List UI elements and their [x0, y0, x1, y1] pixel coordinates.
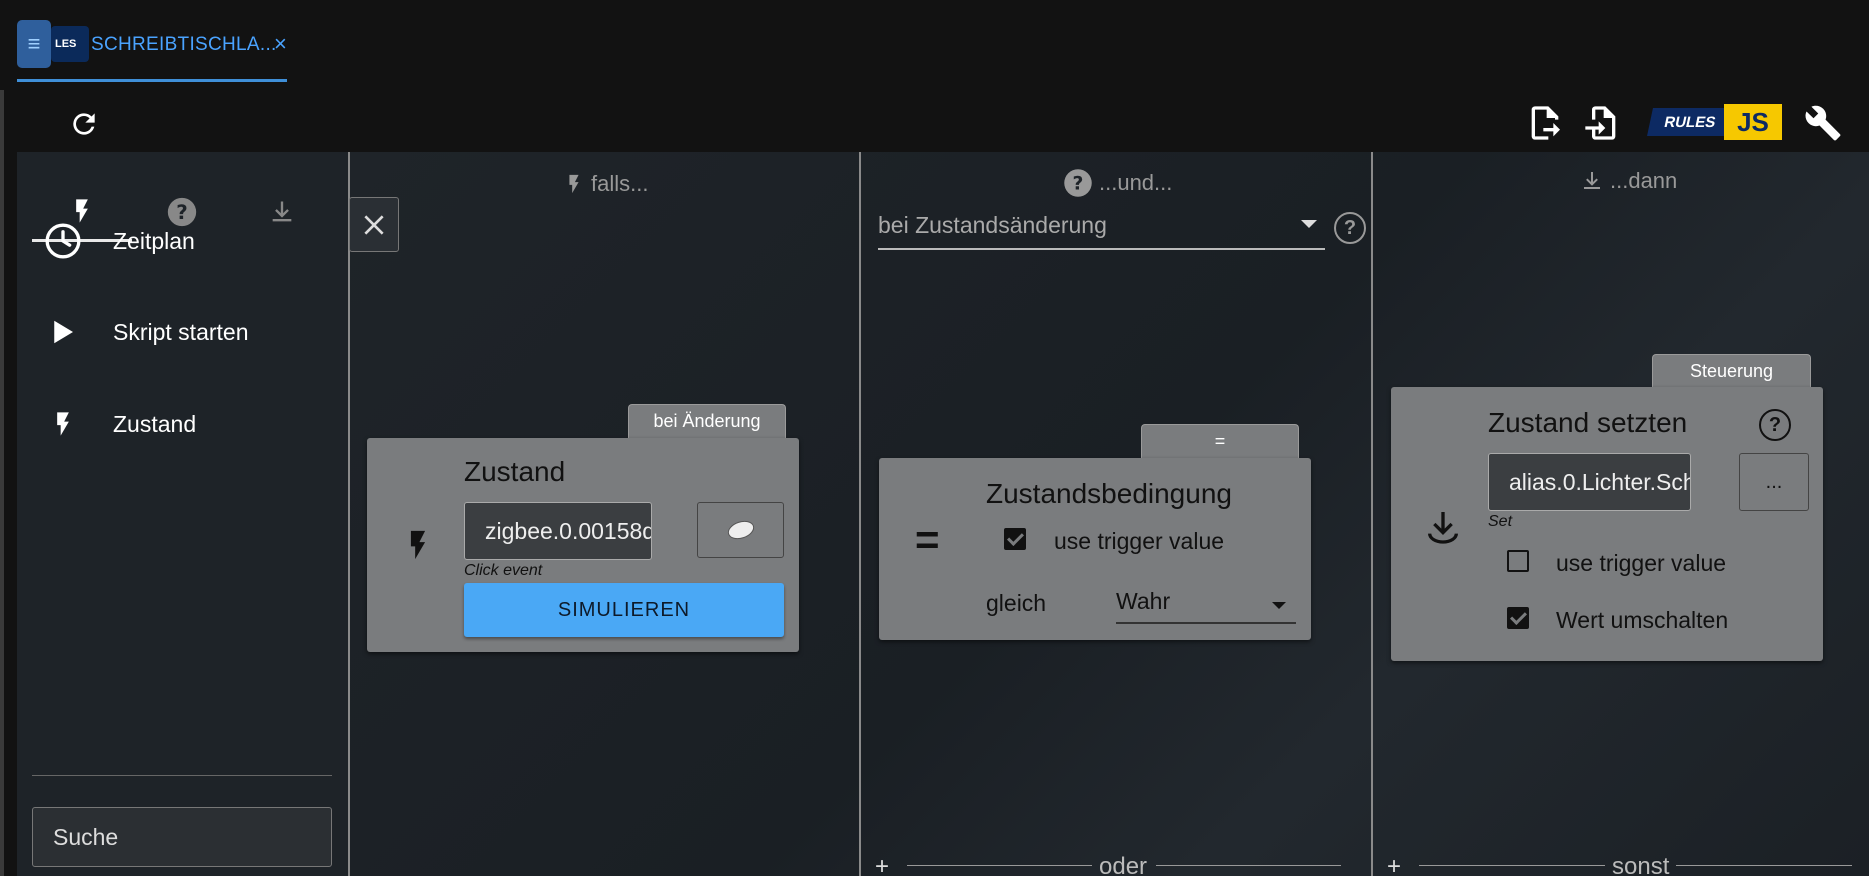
column-header-if: falls...: [563, 168, 648, 200]
help-icon[interactable]: ?: [1759, 409, 1791, 441]
close-icon: [364, 214, 384, 235]
sidebar-item-label: Zeitplan: [113, 227, 195, 254]
wrench-icon[interactable]: [1804, 104, 1842, 147]
divider-line: [1419, 865, 1605, 866]
divider-line: [1676, 865, 1852, 866]
else-label: sonst: [1612, 853, 1670, 876]
sidebar-item-label: Skript starten: [113, 318, 249, 345]
checkbox-label: Wert umschalten: [1556, 607, 1729, 633]
or-label: oder: [1099, 853, 1148, 876]
sidebar-item-skript-starten[interactable]: Skript starten: [17, 302, 348, 362]
sidebar-item-zustand[interactable]: Zustand: [17, 394, 348, 454]
lightning-icon: [43, 404, 83, 444]
use-trigger-checkbox[interactable]: [1004, 528, 1026, 550]
js-text: JS: [1724, 104, 1782, 140]
device-icon: [727, 520, 754, 540]
select-device-button[interactable]: [697, 502, 784, 558]
card-title: Zustand: [464, 456, 566, 487]
condition-mode-select[interactable]: bei Zustandsänderung: [878, 208, 1325, 250]
export-icon[interactable]: [1525, 103, 1565, 148]
svg-text:?: ?: [1073, 173, 1084, 194]
checkbox-label: use trigger value: [1054, 528, 1225, 554]
sidebar-divider: [32, 775, 332, 776]
column-header-label: ...und...: [1099, 170, 1173, 195]
menu-icon[interactable]: ≡: [17, 20, 51, 68]
column-header-and: ? ...und...: [1063, 168, 1172, 198]
compare-value-select[interactable]: Wahr: [1116, 584, 1296, 624]
chevron-down-icon: [1301, 220, 1317, 228]
play-icon: [43, 312, 83, 352]
rule-tab[interactable]: ≡ LES SCHREIBTISCHLA... ×: [17, 18, 287, 82]
tab-logo: LES: [51, 26, 89, 62]
use-trigger-checkbox[interactable]: [1507, 550, 1529, 572]
column-header-label: ...dann: [1610, 168, 1678, 193]
state-id-input[interactable]: zigbee.0.00158d: [464, 502, 652, 560]
select-value: Wahr: [1116, 588, 1171, 614]
lightning-icon: [401, 518, 435, 577]
help-icon[interactable]: ?: [1334, 212, 1366, 244]
trigger-card-tab[interactable]: bei Änderung: [628, 404, 786, 438]
download-icon: [1423, 505, 1463, 554]
window-edge: [0, 0, 4, 876]
toggle-value-checkbox[interactable]: [1507, 607, 1529, 629]
tab-bar: ≡ LES SCHREIBTISCHLA... ×: [0, 0, 1869, 90]
help-circle-icon: ?: [1064, 169, 1092, 197]
add-action-button[interactable]: +: [1387, 853, 1401, 876]
clock-icon: [43, 221, 83, 261]
action-card: Zustand setzten ? alias.0.Lichter.Sch ..…: [1391, 387, 1823, 661]
column-header-then: ...dann: [1580, 168, 1677, 194]
search-input[interactable]: [32, 807, 332, 867]
sidebar-item-zeitplan[interactable]: Zeitplan: [17, 211, 348, 271]
checkbox-label: use trigger value: [1556, 550, 1727, 576]
column-divider: [859, 152, 861, 876]
download-icon: [1584, 172, 1600, 189]
condition-card: = Zustandsbedingung use trigger value gl…: [879, 458, 1311, 640]
action-card-tab[interactable]: Steuerung: [1652, 354, 1811, 388]
condition-card-tab[interactable]: =: [1141, 424, 1299, 458]
column-divider: [348, 152, 350, 876]
column-divider: [1371, 152, 1373, 876]
state-hint: Click event: [464, 562, 543, 579]
add-condition-button[interactable]: +: [875, 853, 889, 876]
close-rule-button[interactable]: [349, 197, 399, 252]
trigger-card: Zustand zigbee.0.00158d Click event SIMU…: [367, 438, 799, 652]
tab-title[interactable]: SCHREIBTISCHLA...: [91, 34, 277, 56]
import-icon[interactable]: [1582, 103, 1622, 148]
target-state-input[interactable]: alias.0.Lichter.Sch: [1488, 453, 1691, 511]
simulate-button[interactable]: SIMULIEREN: [464, 583, 784, 637]
compare-label: gleich: [986, 590, 1047, 616]
divider-line: [1156, 865, 1341, 866]
divider-line: [907, 865, 1092, 866]
chevron-down-icon: [1272, 602, 1286, 609]
card-title: Zustand setzten: [1488, 407, 1688, 438]
sidebar-item-label: Zustand: [113, 410, 197, 437]
rules-text: RULES: [1647, 108, 1733, 136]
refresh-icon[interactable]: [68, 108, 100, 140]
equals-icon: =: [915, 516, 940, 563]
set-hint: Set: [1488, 513, 1513, 530]
column-header-label: falls...: [591, 171, 649, 196]
rules-js-logo: RULES JS: [1640, 104, 1785, 140]
select-value: bei Zustandsänderung: [878, 212, 1107, 238]
card-title: Zustandsbedingung: [986, 478, 1232, 509]
tab-close-icon[interactable]: ×: [274, 31, 287, 57]
lightning-icon: [569, 174, 579, 194]
browse-button[interactable]: ...: [1739, 453, 1809, 511]
sidebar: ? Zeitplan Skript starten Zustand: [17, 152, 348, 876]
